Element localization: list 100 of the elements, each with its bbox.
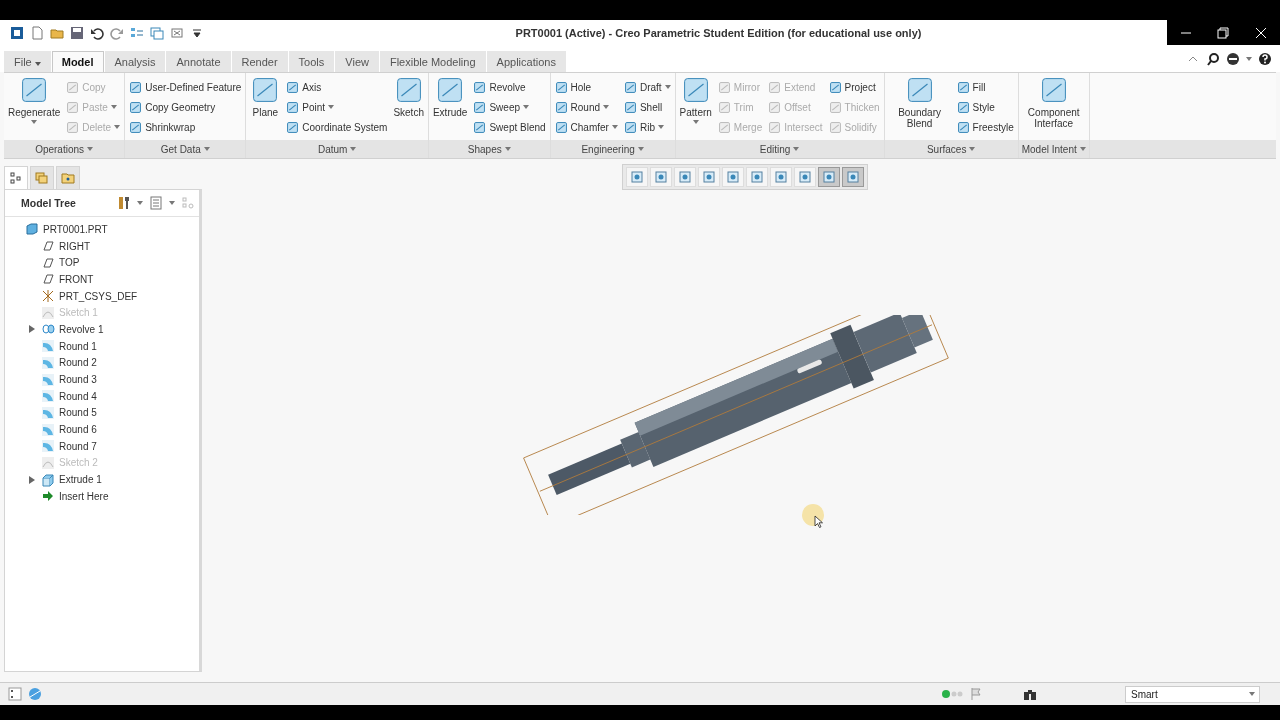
ribbon-button[interactable]: Draft bbox=[623, 78, 671, 96]
tree-item[interactable]: Revolve 1 bbox=[5, 321, 199, 338]
save-icon[interactable] bbox=[70, 26, 84, 40]
ribbon-tab[interactable]: Tools bbox=[288, 51, 335, 72]
customize-icon[interactable] bbox=[190, 26, 204, 40]
ribbon-button[interactable]: Freestyle bbox=[956, 118, 1014, 136]
ribbon-button[interactable]: Extrude bbox=[432, 75, 468, 118]
panel-tab[interactable] bbox=[4, 166, 28, 189]
view-icon bbox=[823, 171, 835, 183]
tool-icon bbox=[956, 100, 970, 114]
extrude-icon bbox=[41, 472, 55, 487]
ribbon-button[interactable]: Revolve bbox=[473, 78, 546, 96]
tools-icon[interactable] bbox=[117, 196, 131, 210]
group-label[interactable]: Surfaces bbox=[884, 140, 1018, 158]
ribbon-button[interactable]: Regenerate bbox=[8, 75, 61, 124]
tree-item[interactable]: Insert Here bbox=[5, 488, 199, 505]
ribbon-button[interactable]: Pattern bbox=[679, 75, 712, 124]
flag-icon[interactable] bbox=[969, 687, 983, 701]
ribbon-tab[interactable]: Render bbox=[231, 51, 288, 72]
ribbon-button[interactable]: Round bbox=[554, 98, 618, 116]
ribbon-button[interactable]: Boundary Blend bbox=[888, 75, 951, 129]
ribbon-button[interactable]: Component Interface bbox=[1022, 75, 1085, 129]
list-icon[interactable] bbox=[149, 196, 163, 210]
close-window-icon[interactable] bbox=[170, 26, 184, 40]
tool-icon bbox=[554, 120, 568, 134]
ribbon-button[interactable]: Plane bbox=[250, 75, 281, 118]
ribbon-button[interactable]: Copy Geometry bbox=[129, 98, 242, 116]
tool-icon bbox=[66, 120, 80, 134]
ribbon-button[interactable]: User-Defined Feature bbox=[129, 78, 242, 96]
tree-item[interactable]: Round 4 bbox=[5, 387, 199, 405]
group-label[interactable]: Model Intent bbox=[1018, 140, 1089, 158]
search-icon[interactable] bbox=[1206, 52, 1220, 66]
ribbon-button[interactable]: Fill bbox=[956, 78, 1014, 96]
tool-icon bbox=[717, 120, 731, 134]
caret-icon bbox=[34, 62, 41, 66]
ribbon-button[interactable]: Sketch bbox=[393, 75, 424, 118]
selection-filter-dropdown[interactable]: Smart bbox=[1125, 685, 1260, 703]
tool-icon bbox=[623, 80, 637, 94]
ribbon-button[interactable]: Rib bbox=[623, 118, 671, 136]
tree-item[interactable]: Round 6 bbox=[5, 421, 199, 438]
tree-item[interactable]: Round 1 bbox=[5, 337, 199, 355]
ribbon-tab[interactable]: Flexible Modeling bbox=[379, 51, 486, 72]
tree-item[interactable]: FRONT bbox=[5, 271, 199, 288]
ribbon-tab[interactable]: View bbox=[335, 51, 379, 72]
ribbon-button[interactable]: Chamfer bbox=[554, 118, 618, 136]
group-label[interactable]: Engineering bbox=[550, 140, 675, 158]
caret-icon bbox=[1249, 692, 1255, 696]
ribbon-tab[interactable]: Annotate bbox=[166, 51, 231, 72]
group-label[interactable]: Shapes bbox=[428, 140, 550, 158]
caret-icon bbox=[523, 105, 529, 109]
tool-icon bbox=[286, 120, 300, 134]
tree-item[interactable]: Round 7 bbox=[5, 437, 199, 455]
ribbon-button[interactable]: Axis bbox=[286, 78, 388, 96]
round-icon bbox=[41, 389, 55, 404]
tree-item[interactable]: Round 3 bbox=[5, 371, 199, 388]
group-label[interactable]: Datum bbox=[246, 140, 428, 158]
ribbon-tab[interactable]: Applications bbox=[486, 51, 566, 72]
tree-item[interactable]: Extrude 1 bbox=[5, 471, 199, 488]
tree-item[interactable]: PRT_CSYS_DEF bbox=[5, 287, 199, 305]
close-icon[interactable] bbox=[1254, 25, 1269, 40]
ribbon-button[interactable]: Shrinkwrap bbox=[129, 118, 242, 136]
new-file-icon[interactable] bbox=[30, 26, 44, 40]
ribbon-button[interactable]: Point bbox=[286, 98, 388, 116]
panel-tab[interactable] bbox=[56, 166, 80, 189]
view-tool-button[interactable] bbox=[818, 167, 840, 187]
windows-icon[interactable] bbox=[150, 26, 164, 40]
help-icon[interactable] bbox=[1258, 52, 1272, 66]
open-folder-icon[interactable] bbox=[50, 26, 64, 40]
revolve-icon bbox=[41, 322, 55, 337]
ribbon-button[interactable]: Style bbox=[956, 98, 1014, 116]
undo-icon[interactable] bbox=[90, 26, 104, 40]
ribbon-tab[interactable]: Analysis bbox=[104, 51, 166, 72]
caret-icon bbox=[350, 147, 357, 151]
group-label[interactable]: Editing bbox=[675, 140, 884, 158]
view-tool-button[interactable] bbox=[842, 167, 864, 187]
tree-item[interactable]: TOP bbox=[5, 254, 199, 272]
round-icon bbox=[41, 439, 55, 454]
tree-toggle-icon[interactable] bbox=[8, 687, 22, 701]
ribbon-button[interactable]: Hole bbox=[554, 78, 618, 96]
ribbon-tab[interactable]: Model bbox=[51, 51, 104, 72]
ribbon-button[interactable]: Coordinate System bbox=[286, 118, 388, 136]
app-icon bbox=[10, 26, 24, 40]
tree-item[interactable]: PRT0001.PRT bbox=[5, 221, 199, 238]
restore-icon[interactable] bbox=[1216, 25, 1231, 40]
tree-item[interactable]: Round 5 bbox=[5, 404, 199, 422]
ribbon-tab[interactable]: File bbox=[4, 51, 51, 72]
ribbon-button[interactable]: Sweep bbox=[473, 98, 546, 116]
group-label[interactable]: Get Data bbox=[125, 140, 246, 158]
ribbon-button[interactable]: Shell bbox=[623, 98, 671, 116]
tool-icon bbox=[473, 80, 487, 94]
round-icon bbox=[41, 405, 55, 420]
expand-arrow-icon[interactable] bbox=[29, 475, 37, 484]
tree-item[interactable]: RIGHT bbox=[5, 237, 199, 255]
tree-item[interactable]: Round 2 bbox=[5, 354, 199, 372]
group-label[interactable]: Operations bbox=[4, 140, 125, 158]
ribbon-button[interactable]: Swept Blend bbox=[473, 118, 546, 136]
binoculars-icon[interactable] bbox=[1023, 687, 1037, 701]
expand-arrow-icon[interactable] bbox=[29, 325, 37, 334]
ribbon-button[interactable]: Project bbox=[828, 78, 880, 96]
redo-icon[interactable] bbox=[110, 26, 124, 40]
